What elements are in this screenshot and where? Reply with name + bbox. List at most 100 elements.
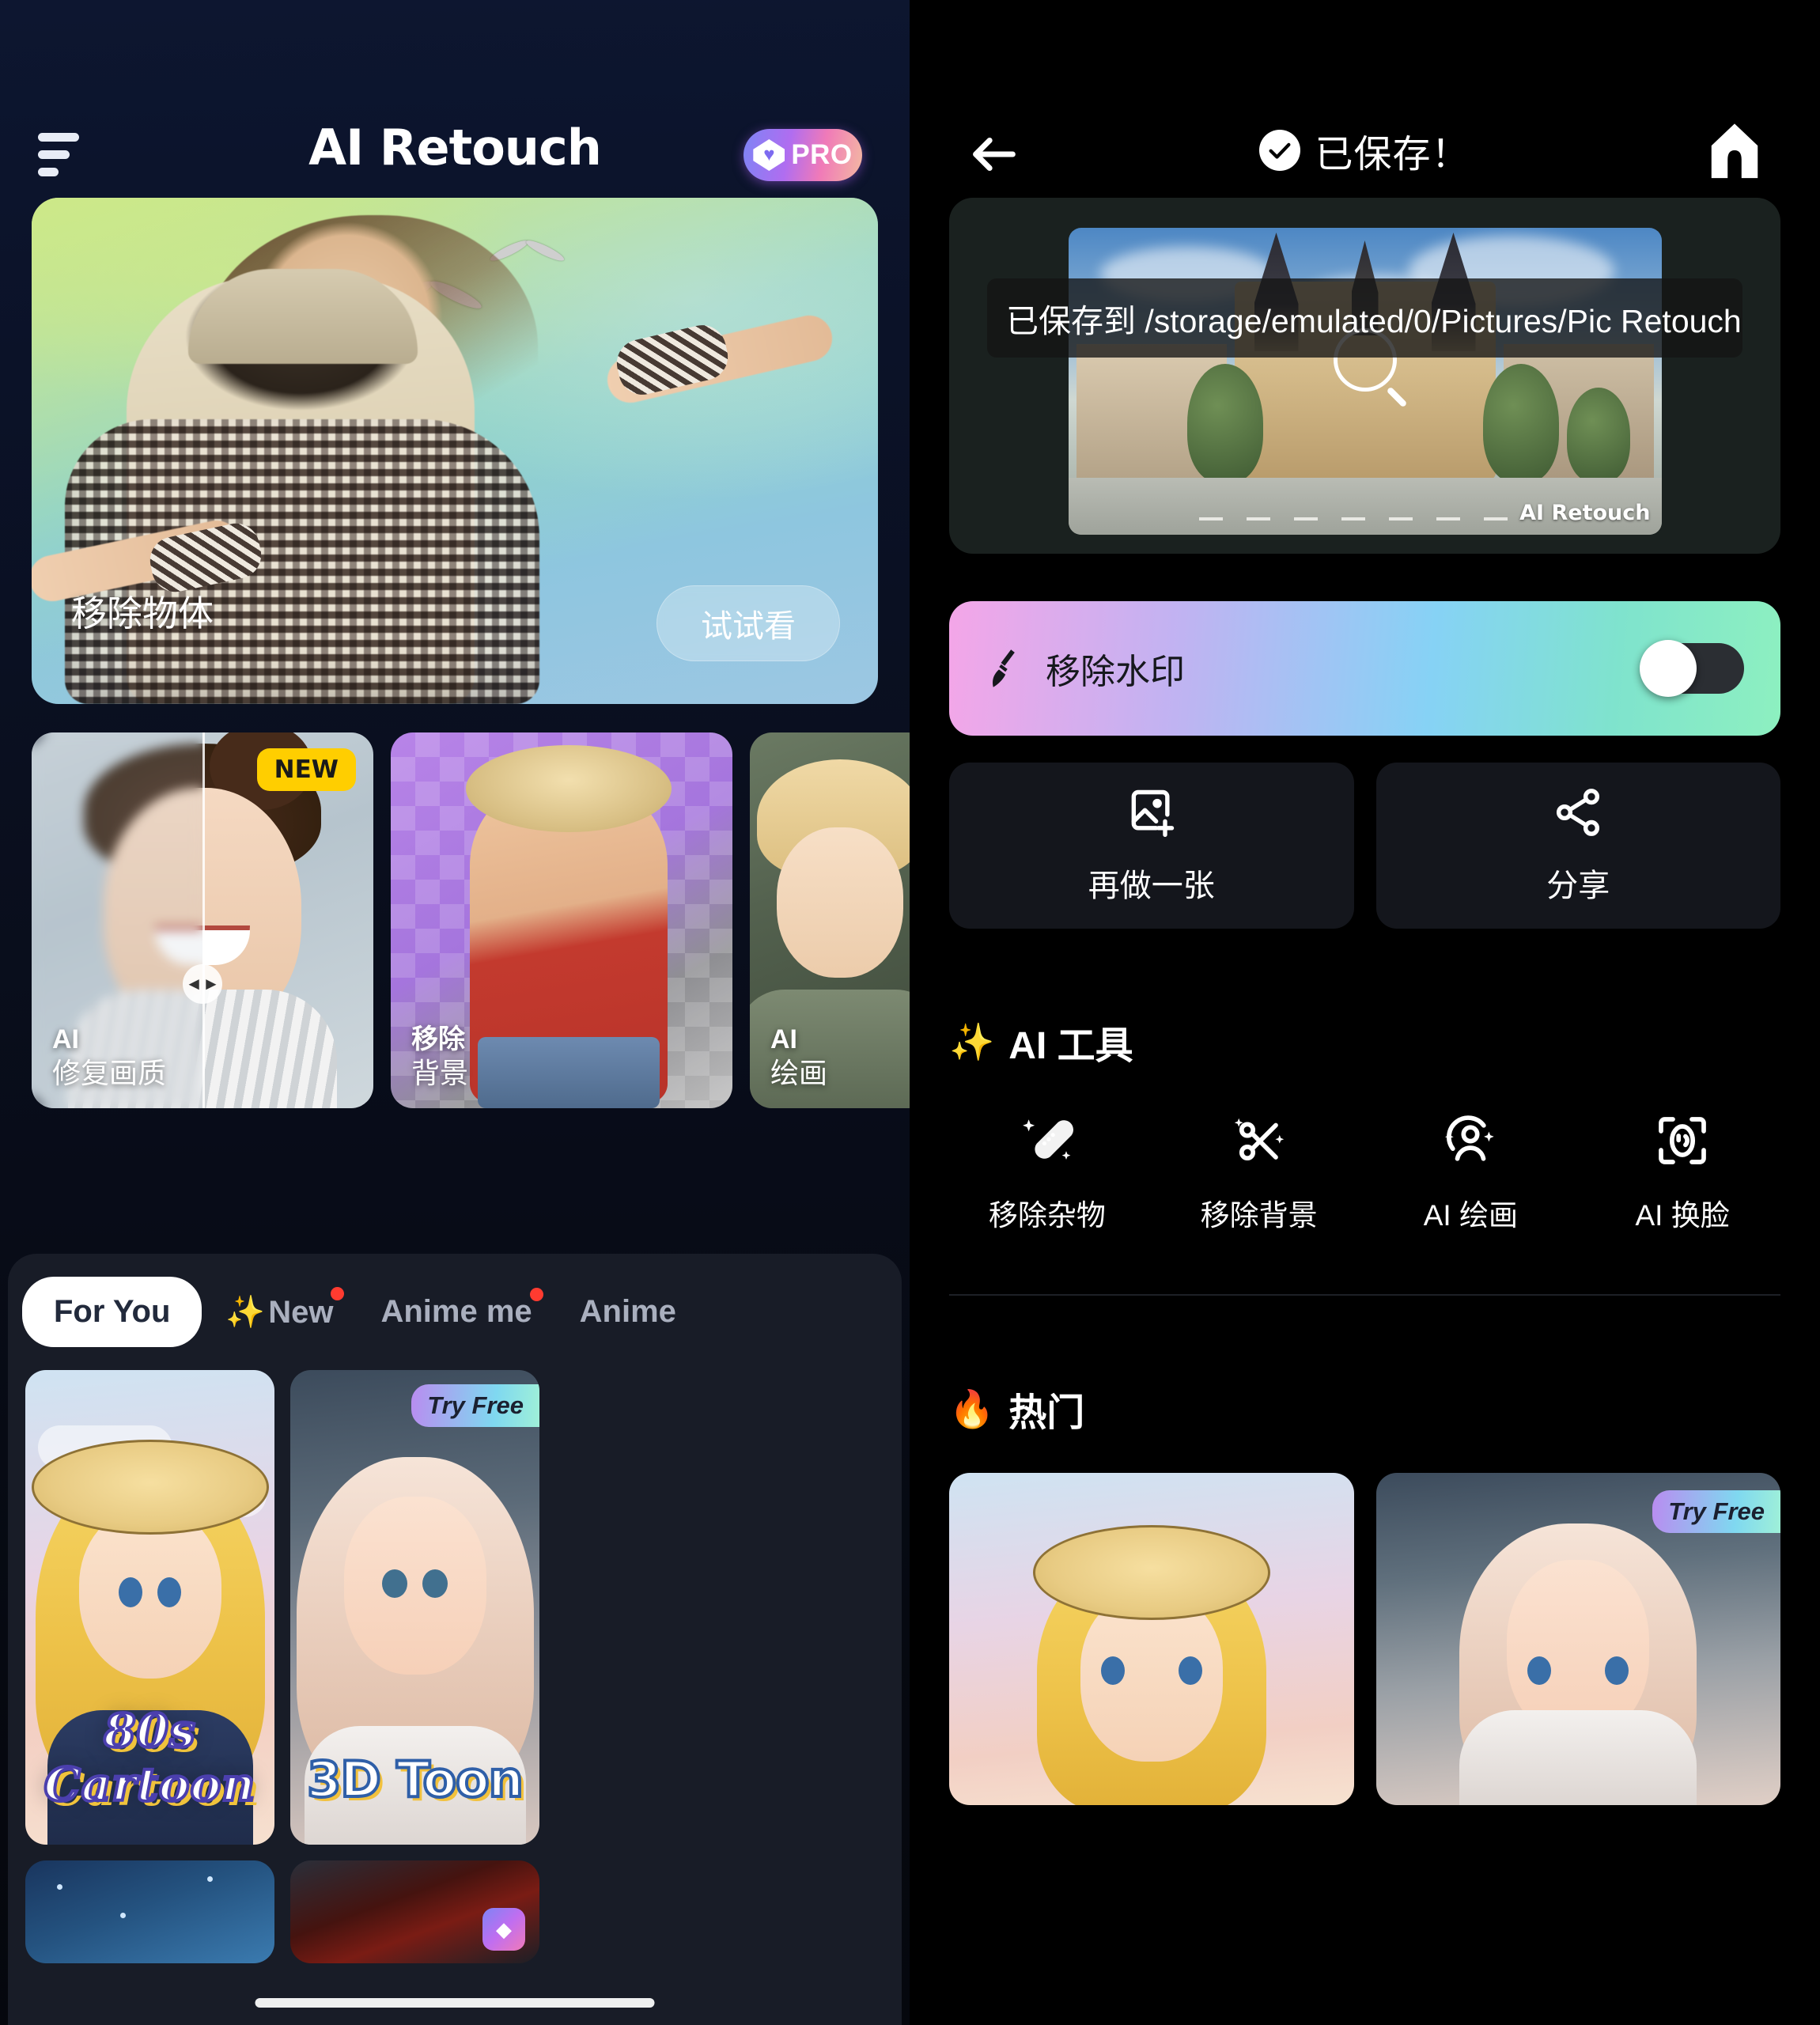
broom-icon xyxy=(993,649,1015,687)
app-logo-chip: ◆ xyxy=(482,1908,525,1951)
character-hat xyxy=(31,1440,269,1535)
character-body xyxy=(1459,1710,1697,1805)
ai-tools-list: 移除杂物 移除背景 AI 绘画 AI 换脸 xyxy=(941,1112,1788,1234)
try-free-badge[interactable]: Try Free xyxy=(411,1384,539,1427)
hot-grid: Try Free xyxy=(949,1473,1780,1805)
road-lane-marking xyxy=(1198,517,1531,520)
section-divider xyxy=(949,1294,1780,1296)
try-free-badge[interactable]: Try Free xyxy=(1652,1490,1780,1533)
right-header: 已保存！ xyxy=(910,0,1820,198)
gallery-card-3d-toon[interactable]: Try Free 3D Toon xyxy=(290,1370,539,1845)
hero-label: 移除物体 xyxy=(71,593,214,634)
home-icon[interactable] xyxy=(1706,120,1763,184)
remove-watermark-row[interactable]: 移除水印 xyxy=(949,601,1780,736)
hero-card-remove-object[interactable]: 移除物体 试试看 xyxy=(32,198,878,704)
feature-card-remove-bg[interactable]: 移除 背景 xyxy=(391,732,732,1108)
make-another-button[interactable]: 再做一张 xyxy=(949,763,1354,929)
compare-slider-handle[interactable]: ◄► xyxy=(183,964,222,1004)
tab-for-you[interactable]: For You xyxy=(22,1277,202,1347)
tool-label: 移除杂物 xyxy=(988,1199,1106,1232)
home-indicator xyxy=(255,1998,655,2008)
character-eye xyxy=(119,1577,142,1607)
saved-status: 已保存！ xyxy=(910,123,1820,178)
feature-hat xyxy=(465,745,672,832)
hero-person-front xyxy=(65,269,539,704)
tree xyxy=(1566,388,1630,483)
character-hat xyxy=(1032,1525,1270,1620)
tool-ai-painting[interactable]: AI 绘画 xyxy=(1365,1112,1577,1234)
saved-label: 已保存！ xyxy=(1315,134,1470,176)
gallery-card-title: 80s Cartoon xyxy=(43,1702,257,1813)
hot-section-title: 🔥 热门 xyxy=(949,1381,1780,1436)
gallery-grid-row2: ◆ xyxy=(8,1845,902,1963)
feature-jeans xyxy=(477,1037,660,1108)
remove-watermark-toggle[interactable] xyxy=(1640,640,1744,697)
character-face xyxy=(343,1497,486,1675)
gallery-grid: 80s Cartoon Try Free 3D Toon xyxy=(8,1348,902,1845)
feature-caption-line2: 绘画 xyxy=(770,1057,828,1090)
character-eye xyxy=(422,1569,448,1598)
scissors-sparkle-icon xyxy=(1234,1118,1284,1161)
compare-divider xyxy=(202,732,205,1108)
notification-dot xyxy=(529,1288,543,1301)
star-dot xyxy=(207,1876,213,1882)
tool-remove-objects[interactable]: 移除杂物 xyxy=(941,1112,1153,1234)
feature-caption: AI 绘画 xyxy=(770,1024,827,1091)
action-buttons: 再做一张 分享 xyxy=(949,763,1780,929)
tool-remove-background[interactable]: 移除背景 xyxy=(1153,1112,1365,1234)
diamond-icon: ♥ xyxy=(753,139,785,171)
feature-caption: AI 修复画质 xyxy=(52,1024,166,1091)
ai-tools-title: AI 工具 xyxy=(1008,1025,1133,1067)
pro-badge[interactable]: ♥ PRO xyxy=(744,129,862,181)
tab-label: For You xyxy=(54,1294,171,1329)
tool-label: 移除背景 xyxy=(1200,1199,1318,1232)
share-label: 分享 xyxy=(1546,869,1610,903)
tab-label: Anime xyxy=(579,1294,676,1329)
toggle-knob xyxy=(1640,640,1697,697)
notification-dot xyxy=(331,1287,345,1300)
feature-caption-line1: 移除 xyxy=(411,1024,465,1054)
feature-caption-line1: AI xyxy=(770,1024,797,1054)
tool-label: AI 绘画 xyxy=(1423,1199,1518,1232)
new-badge: NEW xyxy=(256,748,356,791)
hero-try-button[interactable]: 试试看 xyxy=(656,585,840,661)
make-another-label: 再做一张 xyxy=(1088,869,1215,903)
character-eye xyxy=(382,1569,407,1598)
gallery-card-title: 3D Toon xyxy=(305,1749,525,1810)
hot-card-2[interactable]: Try Free xyxy=(1375,1473,1780,1805)
share-button[interactable]: 分享 xyxy=(1375,763,1780,929)
left-phone-screen: AI Retouch ♥ PRO 移除物体 试试看 ◄► NEW AI 修复画质… xyxy=(0,0,910,2025)
tab-anime-me[interactable]: Anime me xyxy=(357,1277,555,1347)
sparkle-icon: ✨ xyxy=(949,1020,995,1062)
check-circle-icon xyxy=(1259,130,1301,171)
left-header: AI Retouch ♥ PRO xyxy=(0,0,910,198)
hot-card-1[interactable] xyxy=(949,1473,1354,1805)
right-phone-screen: 已保存！ AI Retouch 已保存到 /storage/emulated/0… xyxy=(910,0,1820,2025)
tab-new[interactable]: ✨ New xyxy=(202,1276,357,1348)
remove-watermark-label: 移除水印 xyxy=(1046,653,1185,691)
tab-anime[interactable]: Anime xyxy=(556,1277,700,1347)
feature-face xyxy=(777,827,903,978)
feature-card-enhance[interactable]: ◄► NEW AI 修复画质 xyxy=(32,732,373,1108)
star-dot xyxy=(57,1884,62,1890)
gallery-card-red[interactable]: ◆ xyxy=(290,1860,539,1963)
feature-card-ai-paint[interactable]: AI 绘画 xyxy=(750,732,910,1108)
gallery-card-space[interactable] xyxy=(25,1860,274,1963)
tab-label: Anime me xyxy=(380,1294,532,1329)
save-path-toast: 已保存到 /storage/emulated/0/Pictures/Pic Re… xyxy=(987,278,1742,358)
hot-title: 热门 xyxy=(1008,1392,1085,1434)
star-dot xyxy=(120,1913,126,1918)
sparkle-icon: ✨ xyxy=(225,1295,266,1330)
feature-caption-line1: AI xyxy=(52,1024,79,1054)
character-eye xyxy=(1178,1656,1202,1685)
feature-caption-line2: 修复画质 xyxy=(52,1057,167,1090)
gallery-card-80s-cartoon[interactable]: 80s Cartoon xyxy=(25,1370,274,1845)
share-icon xyxy=(1557,789,1600,836)
tool-ai-face-swap[interactable]: AI 换脸 xyxy=(1576,1112,1788,1234)
bandage-sparkle-icon xyxy=(1022,1119,1073,1160)
fire-icon: 🔥 xyxy=(949,1387,995,1429)
ai-tools-section-title: ✨ AI 工具 xyxy=(949,1014,1780,1069)
face-scan-icon xyxy=(1659,1117,1706,1164)
add-image-icon xyxy=(1131,789,1174,838)
feature-caption-line2: 背景 xyxy=(411,1057,469,1090)
